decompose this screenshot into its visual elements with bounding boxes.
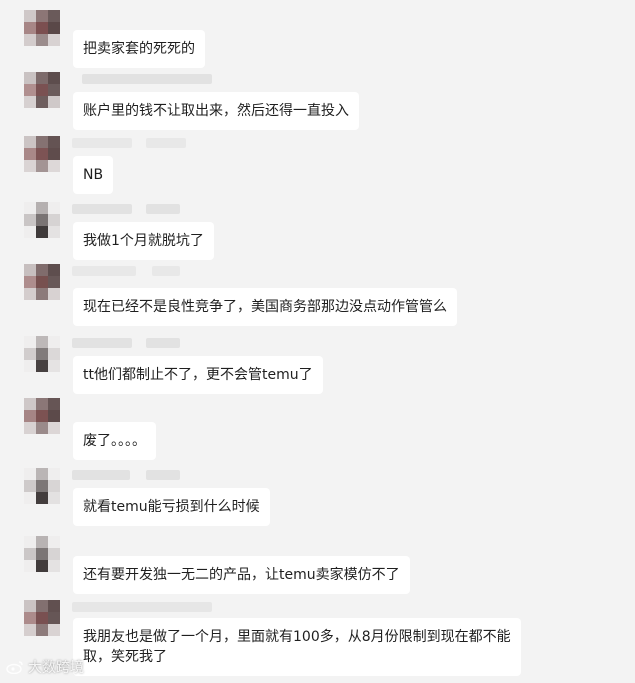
sender-name bbox=[72, 338, 232, 348]
avatar[interactable] bbox=[24, 468, 60, 504]
avatar[interactable] bbox=[24, 72, 60, 108]
sender-name bbox=[72, 138, 232, 148]
sender-name bbox=[72, 602, 232, 612]
sender-name bbox=[72, 266, 232, 276]
chat-history: 把卖家套的死死的 账户里的钱不让取出来，然后还得一直投入 NB 我做1个月就脱坑… bbox=[0, 0, 635, 683]
sender-name bbox=[72, 74, 232, 84]
sender-name bbox=[72, 204, 232, 214]
avatar[interactable] bbox=[24, 136, 60, 172]
message-bubble[interactable]: 就看temu能亏损到什么时候 bbox=[73, 488, 270, 526]
message-bubble[interactable]: 还有要开发独一无二的产品，让temu卖家模仿不了 bbox=[73, 556, 410, 594]
message-bubble[interactable]: 现在已经不是良性竞争了，美国商务部那边没点动作管管么 bbox=[73, 288, 457, 326]
message-bubble[interactable]: 我朋友也是做了一个月，里面就有100多，从8月份限制到现在都不能 取，笑死我了 bbox=[73, 618, 521, 676]
message-bubble[interactable]: NB bbox=[73, 156, 114, 194]
message-bubble[interactable]: tt他们都制止不了，更不会管temu了 bbox=[73, 356, 323, 394]
avatar[interactable] bbox=[24, 336, 60, 372]
message-bubble[interactable]: 废了。。。。 bbox=[73, 422, 156, 460]
avatar[interactable] bbox=[24, 10, 60, 46]
avatar[interactable] bbox=[24, 202, 60, 238]
watermark-text: 大数跨境 bbox=[28, 660, 84, 676]
avatar[interactable] bbox=[24, 600, 60, 636]
avatar[interactable] bbox=[24, 536, 60, 572]
watermark: 大数跨境 bbox=[6, 657, 84, 677]
sender-name bbox=[72, 470, 232, 480]
message-bubble[interactable]: 账户里的钱不让取出来，然后还得一直投入 bbox=[73, 92, 359, 130]
avatar[interactable] bbox=[24, 264, 60, 300]
message-bubble[interactable]: 把卖家套的死死的 bbox=[73, 30, 205, 68]
message-bubble[interactable]: 我做1个月就脱坑了 bbox=[73, 222, 214, 260]
weibo-logo-icon bbox=[6, 661, 23, 674]
avatar[interactable] bbox=[24, 398, 60, 434]
